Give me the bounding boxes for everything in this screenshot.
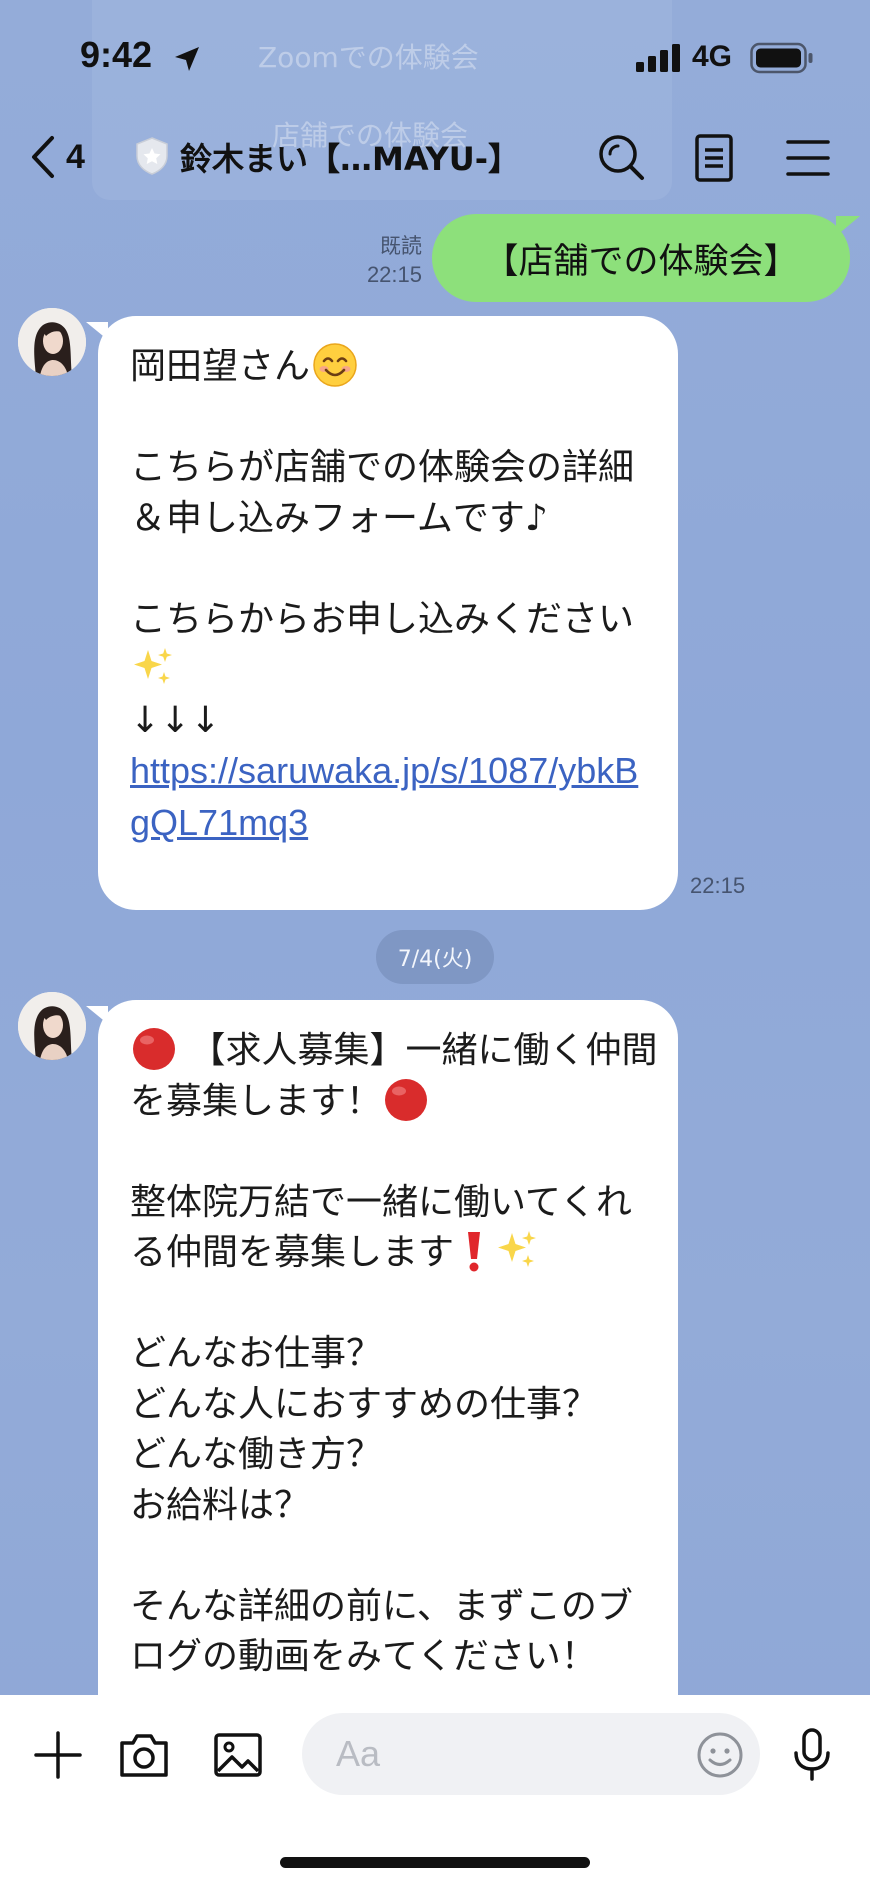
emoji-button[interactable] bbox=[692, 1727, 752, 1787]
menu-icon bbox=[786, 140, 830, 176]
avatar-portrait bbox=[18, 308, 86, 376]
sparkles-emoji bbox=[134, 648, 172, 684]
arrows-text: ↓↓↓ bbox=[130, 699, 221, 741]
read-receipt: 既読 bbox=[380, 234, 422, 258]
chat-header: 4 鈴木まい【…MAYU-】 bbox=[0, 110, 870, 200]
message-text: 【求人募集】一緒に働く仲間を募集します！ 整体院万結で一緒に働いてくれる仲間を募… bbox=[130, 1026, 658, 1683]
message-time: 22:15 bbox=[690, 873, 746, 898]
home-indicator bbox=[280, 1857, 590, 1868]
shield-icon bbox=[136, 137, 168, 175]
job-details-text: どんなお仕事？ どんな人におすすめの仕事？ どんな働き方？ お給料は？ そんな詳… bbox=[130, 1333, 633, 1677]
back-button[interactable]: 4 bbox=[28, 130, 85, 184]
received-message-bubble[interactable]: 【求人募集】一緒に働く仲間を募集します！ 整体院万結で一緒に働いてくれる仲間を募… bbox=[98, 1000, 678, 1760]
voice-button[interactable] bbox=[782, 1725, 842, 1785]
camera-button[interactable] bbox=[114, 1725, 174, 1785]
exclamation-emoji bbox=[468, 1232, 481, 1272]
avatar-portrait bbox=[18, 992, 86, 1060]
unread-count: 4 bbox=[66, 137, 85, 176]
date-divider: 7/4(火) bbox=[376, 930, 494, 984]
camera-icon bbox=[120, 1734, 168, 1777]
job-intro-text: 整体院万結で一緒に働いてくれる仲間を募集します bbox=[130, 1181, 632, 1274]
message-time: 22:15 bbox=[366, 262, 422, 287]
cellular-signal-icon bbox=[636, 44, 680, 72]
notes-icon bbox=[695, 134, 733, 182]
image-button[interactable] bbox=[208, 1725, 268, 1785]
chevron-left-icon bbox=[32, 136, 54, 178]
sent-message-bubble[interactable]: 【店舗での体験会】 bbox=[432, 214, 850, 302]
chat-screen: Zoomでの体験会 店舗での体験会 9:42 4G 4 鈴木まい【…MAYU-】… bbox=[0, 0, 870, 1883]
chat-title[interactable]: 鈴木まい【…MAYU-】 bbox=[180, 134, 520, 180]
battery-icon bbox=[750, 42, 813, 74]
form-link[interactable]: https://saruwaka.jp/s/1087/ybkBgQL71mq3 bbox=[130, 750, 638, 843]
avatar[interactable] bbox=[18, 308, 86, 376]
greeting-text: 岡田望さん bbox=[130, 346, 311, 387]
notes-button[interactable] bbox=[686, 130, 742, 186]
search-icon bbox=[599, 135, 644, 180]
status-bar: 9:42 4G bbox=[0, 0, 870, 110]
search-button[interactable] bbox=[594, 130, 650, 186]
image-icon bbox=[214, 1733, 262, 1777]
smiling-face-emoji bbox=[313, 343, 357, 387]
body-text: こちらが店舗での体験会の詳細＆申し込みフォームです♪ こちらからお申し込みくださ… bbox=[130, 447, 635, 640]
sparkles-emoji bbox=[498, 1231, 537, 1267]
message-list[interactable]: 既読 22:15 【店舗での体験会】 岡田望さん こちらが店舗での体験会の詳細＆… bbox=[0, 200, 870, 1876]
avatar[interactable] bbox=[18, 992, 86, 1060]
red-circle-emoji bbox=[133, 1028, 175, 1070]
red-circle-emoji bbox=[385, 1078, 428, 1121]
microphone-icon bbox=[794, 1728, 830, 1781]
status-time: 9:42 bbox=[80, 34, 153, 75]
message-composer bbox=[0, 1695, 870, 1883]
add-button[interactable] bbox=[28, 1725, 88, 1785]
message-text: 【店舗での体験会】 bbox=[483, 241, 799, 282]
received-message-bubble[interactable]: 岡田望さん こちらが店舗での体験会の詳細＆申し込みフォームです♪ こちらからお申… bbox=[98, 316, 678, 910]
menu-button[interactable] bbox=[780, 130, 836, 186]
message-text: 岡田望さん こちらが店舗での体験会の詳細＆申し込みフォームです♪ こちらからお申… bbox=[130, 342, 658, 849]
plus-icon bbox=[34, 1731, 82, 1779]
network-type: 4G bbox=[692, 40, 733, 73]
location-arrow-icon bbox=[175, 47, 199, 71]
smiley-icon bbox=[697, 1732, 743, 1778]
